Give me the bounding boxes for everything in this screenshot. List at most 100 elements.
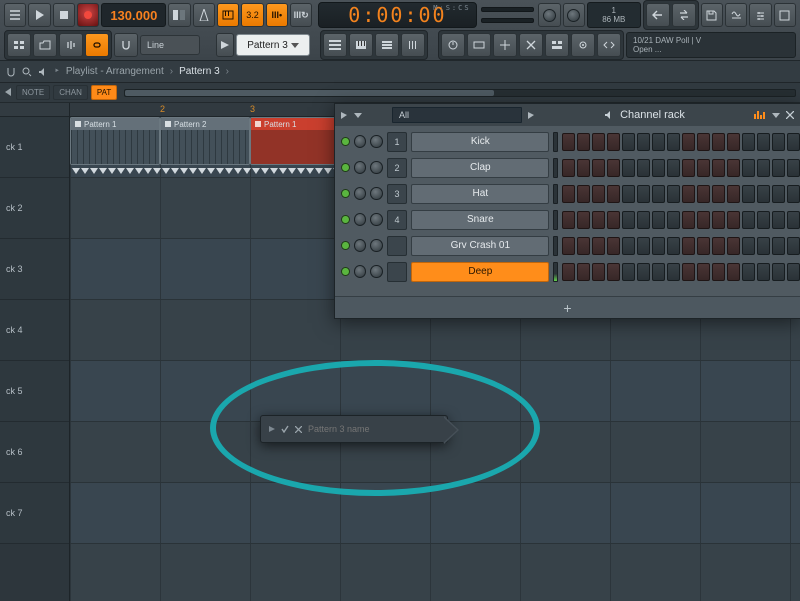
- step-cell[interactable]: [607, 211, 620, 229]
- channel-pan-knob[interactable]: [354, 135, 366, 148]
- playlist-timeline-scroll[interactable]: [124, 89, 796, 97]
- step-cell[interactable]: [622, 263, 635, 281]
- track-header[interactable]: ck 6: [0, 422, 69, 483]
- channel-mute-led[interactable]: [341, 137, 350, 146]
- step-cell[interactable]: [787, 263, 800, 281]
- channel-row[interactable]: Grv Crash 01: [341, 234, 800, 257]
- tab-pat[interactable]: PAT: [91, 85, 117, 100]
- step-cell[interactable]: [682, 263, 695, 281]
- channel-vol-knob[interactable]: [370, 187, 382, 200]
- step-cell[interactable]: [757, 263, 770, 281]
- step-cell[interactable]: [637, 211, 650, 229]
- step-cell[interactable]: [592, 185, 605, 203]
- view-swap-button[interactable]: [597, 33, 621, 57]
- breadcrumb-pattern[interactable]: Pattern 3: [179, 66, 220, 77]
- close-icon[interactable]: [786, 111, 794, 119]
- close-windows-button[interactable]: [519, 33, 543, 57]
- channel-row[interactable]: 1Kick: [341, 130, 800, 153]
- channel-mute-led[interactable]: [341, 189, 350, 198]
- playlist-window-button[interactable]: [323, 33, 347, 57]
- step-cell[interactable]: [652, 159, 665, 177]
- channel-pan-knob[interactable]: [354, 213, 366, 226]
- channel-mute-led[interactable]: [341, 267, 350, 276]
- track-header[interactable]: ck 7: [0, 483, 69, 544]
- countdown-button[interactable]: 3.2: [241, 3, 263, 27]
- pattern-clip-selected[interactable]: Pattern 1: [250, 117, 340, 165]
- step-cell[interactable]: [787, 185, 800, 203]
- step-cell[interactable]: [742, 159, 755, 177]
- snap-value[interactable]: Line: [140, 35, 200, 55]
- typing-keys-button[interactable]: [217, 3, 239, 27]
- step-cell[interactable]: [742, 237, 755, 255]
- chevron-right-icon[interactable]: [269, 426, 275, 432]
- tempo-display[interactable]: 130.000: [101, 3, 166, 27]
- loop-rec-button[interactable]: III↻: [290, 3, 312, 27]
- step-cell[interactable]: [622, 237, 635, 255]
- channel-row[interactable]: 2Clap: [341, 156, 800, 179]
- step-cell[interactable]: [637, 185, 650, 203]
- step-cell[interactable]: [727, 263, 740, 281]
- step-cell[interactable]: [562, 263, 575, 281]
- view-perf-button[interactable]: [571, 33, 595, 57]
- search-icon[interactable]: [22, 67, 32, 77]
- step-cell[interactable]: [787, 211, 800, 229]
- mixer-window-button[interactable]: [401, 33, 425, 57]
- step-cell[interactable]: [577, 211, 590, 229]
- channel-filter[interactable]: All: [392, 107, 522, 123]
- channel-mute-led[interactable]: [341, 215, 350, 224]
- tab-note[interactable]: NOTE: [16, 85, 50, 100]
- step-cell[interactable]: [787, 237, 800, 255]
- step-cell[interactable]: [577, 185, 590, 203]
- step-cell[interactable]: [712, 159, 725, 177]
- step-cell[interactable]: [607, 133, 620, 151]
- step-cell[interactable]: [787, 133, 800, 151]
- step-cell[interactable]: [757, 133, 770, 151]
- link-button[interactable]: [85, 33, 109, 57]
- step-cell[interactable]: [772, 185, 785, 203]
- track-lane[interactable]: [70, 361, 800, 422]
- channel-number[interactable]: 4: [387, 210, 408, 230]
- menu-button[interactable]: [4, 3, 26, 27]
- step-cell[interactable]: [652, 185, 665, 203]
- step-cell[interactable]: [562, 185, 575, 203]
- step-cell[interactable]: [652, 133, 665, 151]
- step-cell[interactable]: [667, 263, 680, 281]
- left-icon[interactable]: [4, 88, 13, 97]
- channel-name-button[interactable]: Hat: [411, 184, 549, 204]
- options-button[interactable]: [749, 3, 771, 27]
- undo-button[interactable]: [646, 3, 670, 27]
- overdub-button[interactable]: III•: [266, 3, 288, 27]
- step-cell[interactable]: [592, 211, 605, 229]
- step-cell[interactable]: [772, 133, 785, 151]
- channel-mute-led[interactable]: [341, 241, 350, 250]
- pattern-clip[interactable]: Pattern 2: [160, 117, 250, 165]
- close-icon[interactable]: [295, 426, 302, 433]
- step-cell[interactable]: [682, 185, 695, 203]
- chevron-right-icon[interactable]: [341, 112, 348, 119]
- check-icon[interactable]: [281, 425, 289, 433]
- tab-chan[interactable]: CHAN: [53, 85, 88, 100]
- chevron-right-icon[interactable]: [528, 112, 535, 119]
- step-cell[interactable]: [667, 133, 680, 151]
- step-cell[interactable]: [757, 185, 770, 203]
- step-cell[interactable]: [577, 263, 590, 281]
- view-arrange-button[interactable]: [545, 33, 569, 57]
- step-cell[interactable]: [637, 263, 650, 281]
- channel-row[interactable]: Deep: [341, 260, 800, 283]
- audio-button[interactable]: [59, 33, 83, 57]
- record-button[interactable]: [77, 3, 99, 27]
- step-cell[interactable]: [562, 237, 575, 255]
- rename-popup[interactable]: [260, 415, 448, 443]
- channel-number[interactable]: [387, 262, 408, 282]
- channel-window-button[interactable]: [375, 33, 399, 57]
- step-cell[interactable]: [622, 185, 635, 203]
- step-seq-icon[interactable]: [754, 111, 766, 119]
- channel-number[interactable]: [387, 236, 408, 256]
- step-cell[interactable]: [562, 159, 575, 177]
- channel-vol-knob[interactable]: [370, 161, 382, 174]
- step-cell[interactable]: [757, 237, 770, 255]
- touch-kbd-button[interactable]: [467, 33, 491, 57]
- channel-rack-titlebar[interactable]: All Channel rack: [335, 104, 800, 126]
- channel-pan-knob[interactable]: [354, 161, 366, 174]
- scroll-thumb[interactable]: [125, 90, 493, 96]
